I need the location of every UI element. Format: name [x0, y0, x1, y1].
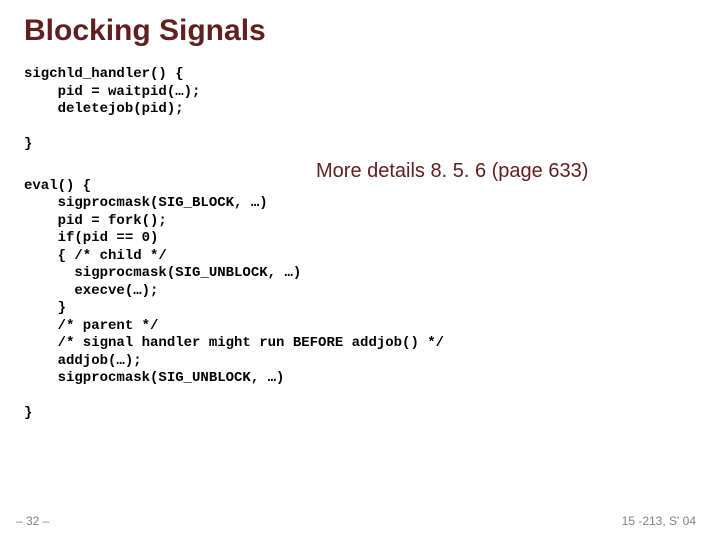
code-block-handler: sigchld_handler() { pid = waitpid(…); de… — [24, 66, 696, 154]
page-title: Blocking Signals — [24, 14, 696, 48]
code-block-eval: eval() { sigprocmask(SIG_BLOCK, …) pid =… — [24, 178, 696, 423]
course-label: 15 -213, S' 04 — [622, 514, 696, 528]
page-number: – 32 – — [16, 514, 49, 528]
slide: Blocking Signals sigchld_handler() { pid… — [0, 0, 720, 540]
annotation-text: More details 8. 5. 6 (page 633) — [316, 160, 588, 183]
